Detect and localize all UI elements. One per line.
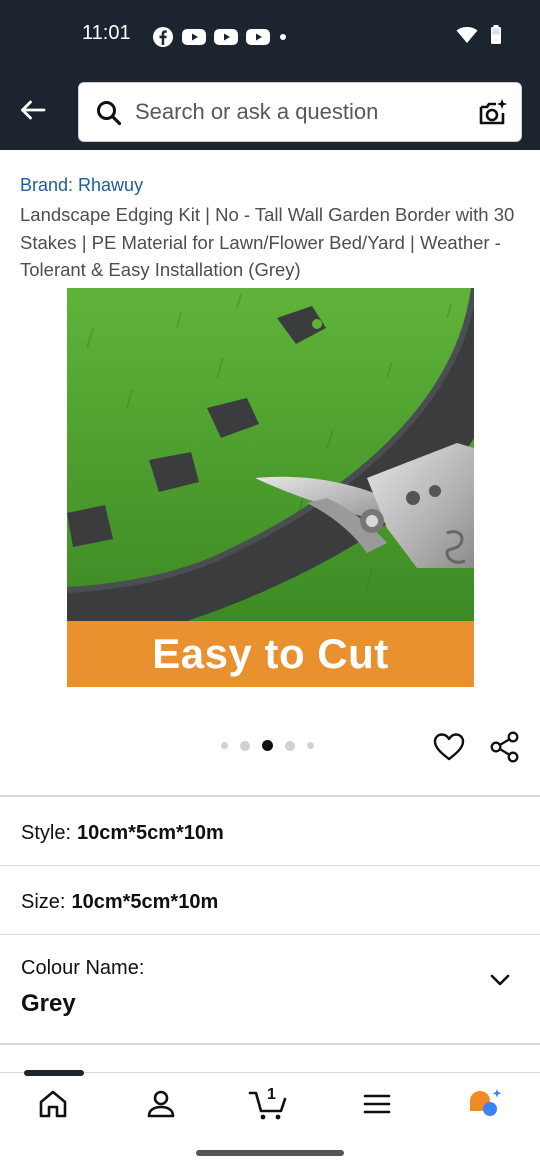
arrow-left-icon <box>21 100 46 120</box>
product-image[interactable]: Easy to Cut <box>67 288 474 687</box>
image-carousel-dots[interactable] <box>221 740 314 751</box>
home-gesture-bar[interactable] <box>196 1150 344 1156</box>
size-label: Size: <box>21 891 66 913</box>
system-icons <box>456 25 502 45</box>
divider <box>0 865 540 866</box>
image-banner-text: Easy to Cut <box>152 630 389 677</box>
image-banner: Easy to Cut <box>67 621 474 687</box>
youtube-icon <box>182 29 206 45</box>
style-label: Style: <box>21 822 72 844</box>
divider <box>0 1043 540 1045</box>
cart-count-badge: 1 <box>267 1086 276 1103</box>
notification-icons <box>152 26 286 48</box>
share-icon[interactable] <box>489 731 521 763</box>
battery-icon <box>491 25 501 44</box>
colour-value: Grey <box>21 990 76 1017</box>
carousel-dot[interactable] <box>221 742 228 749</box>
carousel-dot-active[interactable] <box>262 740 273 751</box>
colour-label: Colour Name: <box>21 957 145 979</box>
youtube-icon <box>214 29 238 45</box>
heart-icon[interactable] <box>432 731 466 763</box>
search-icon <box>97 101 122 126</box>
top-header: 11:01 <box>0 0 540 150</box>
account-icon <box>147 1090 175 1118</box>
product-photo <box>67 288 474 621</box>
menu-icon <box>363 1094 391 1114</box>
home-icon <box>39 1090 67 1118</box>
chevron-down-icon[interactable] <box>488 968 512 992</box>
nav-active-indicator <box>24 1070 84 1076</box>
nav-home[interactable] <box>33 1086 73 1122</box>
youtube-icon <box>246 29 270 45</box>
divider <box>0 795 540 797</box>
back-button[interactable] <box>14 94 48 128</box>
facebook-icon <box>153 27 173 47</box>
search-input[interactable] <box>135 83 465 141</box>
style-option[interactable]: Style: 10cm*5cm*10m <box>21 822 224 845</box>
search-bar[interactable] <box>78 82 522 142</box>
divider <box>0 934 540 935</box>
brand-link[interactable]: Brand: Rhawuy <box>20 175 143 196</box>
carousel-dot[interactable] <box>285 740 295 751</box>
rufus-icon <box>470 1089 502 1116</box>
carousel-dot[interactable] <box>307 742 314 749</box>
carousel-dot[interactable] <box>240 740 250 751</box>
wifi-icon <box>456 27 478 43</box>
camera-search-icon[interactable] <box>477 97 509 129</box>
size-value: 10cm*5cm*10m <box>71 891 219 913</box>
size-option[interactable]: Size: 10cm*5cm*10m <box>21 891 218 914</box>
nav-account[interactable] <box>141 1086 181 1122</box>
product-title: Landscape Edging Kit | No - Tall Wall Ga… <box>20 204 515 280</box>
style-value: 10cm*5cm*10m <box>77 822 224 844</box>
nav-rufus[interactable] <box>465 1086 505 1122</box>
status-time: 11:01 <box>82 22 131 44</box>
nav-menu[interactable] <box>357 1086 397 1122</box>
status-bar: 11:01 <box>0 0 540 70</box>
more-dot-icon <box>280 34 286 40</box>
